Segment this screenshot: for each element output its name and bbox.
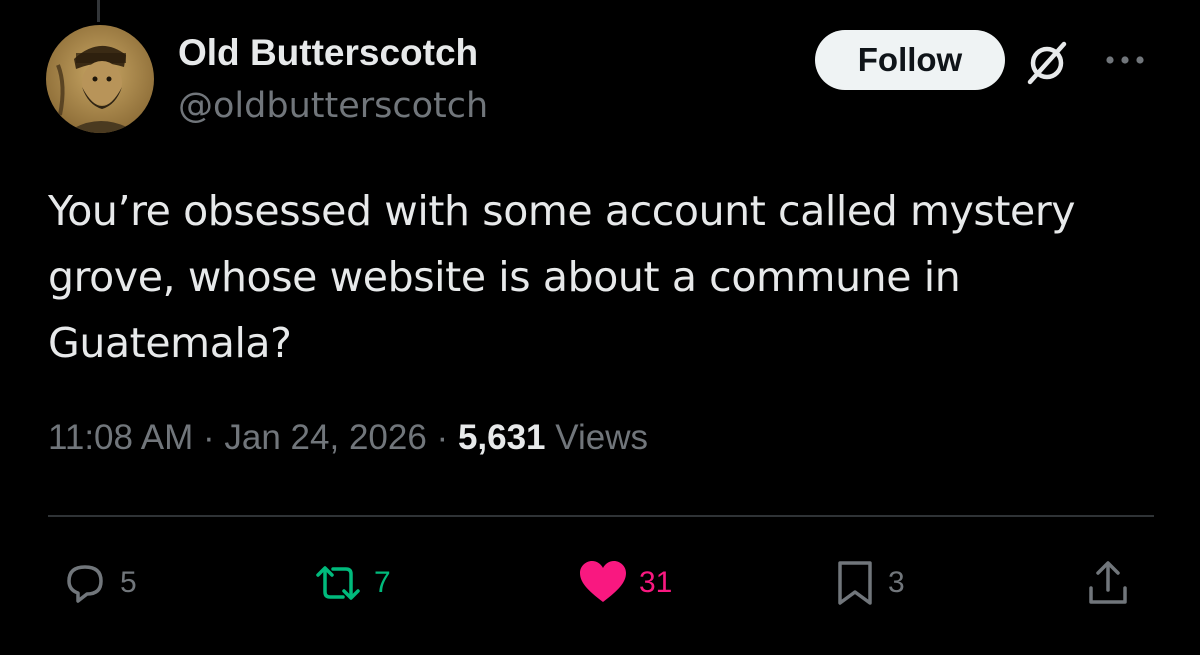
bookmark-button[interactable]: 3 <box>832 556 905 610</box>
retweet-count: 7 <box>374 566 391 599</box>
views-count[interactable]: 5,631 <box>458 418 546 457</box>
reply-count: 5 <box>120 566 137 599</box>
bookmark-icon <box>838 561 872 605</box>
share-button[interactable] <box>1085 556 1131 610</box>
author-handle[interactable]: @oldbutterscotch <box>178 86 488 126</box>
retweet-button[interactable]: 7 <box>312 556 391 610</box>
more-options-icon[interactable] <box>1100 48 1150 72</box>
divider <box>48 515 1154 517</box>
follow-button[interactable]: Follow <box>815 30 1005 90</box>
views-label: Views <box>555 418 648 457</box>
avatar[interactable] <box>46 25 154 133</box>
grok-icon[interactable] <box>1022 38 1072 88</box>
author-display-name[interactable]: Old Butterscotch <box>178 32 478 74</box>
reply-button[interactable]: 5 <box>60 556 137 610</box>
bookmark-count: 3 <box>888 566 905 599</box>
heart-icon <box>580 561 626 602</box>
meta-separator: · <box>203 418 215 457</box>
avatar-photo-icon <box>46 25 154 133</box>
tweet-meta: 11:08 AM · Jan 24, 2026 · 5,631 Views <box>48 418 648 458</box>
like-count: 31 <box>639 566 673 599</box>
meta-separator: · <box>436 418 449 457</box>
tweet-date[interactable]: Jan 24, 2026 <box>224 418 426 457</box>
tweet-text: You’re obsessed with some account called… <box>48 187 1076 367</box>
share-icon <box>1089 561 1127 604</box>
thread-connector-line <box>97 0 100 22</box>
like-button[interactable]: 31 <box>577 556 672 610</box>
retweet-icon <box>316 566 360 600</box>
reply-icon <box>67 565 103 603</box>
tweet-time[interactable]: 11:08 AM <box>48 418 193 457</box>
